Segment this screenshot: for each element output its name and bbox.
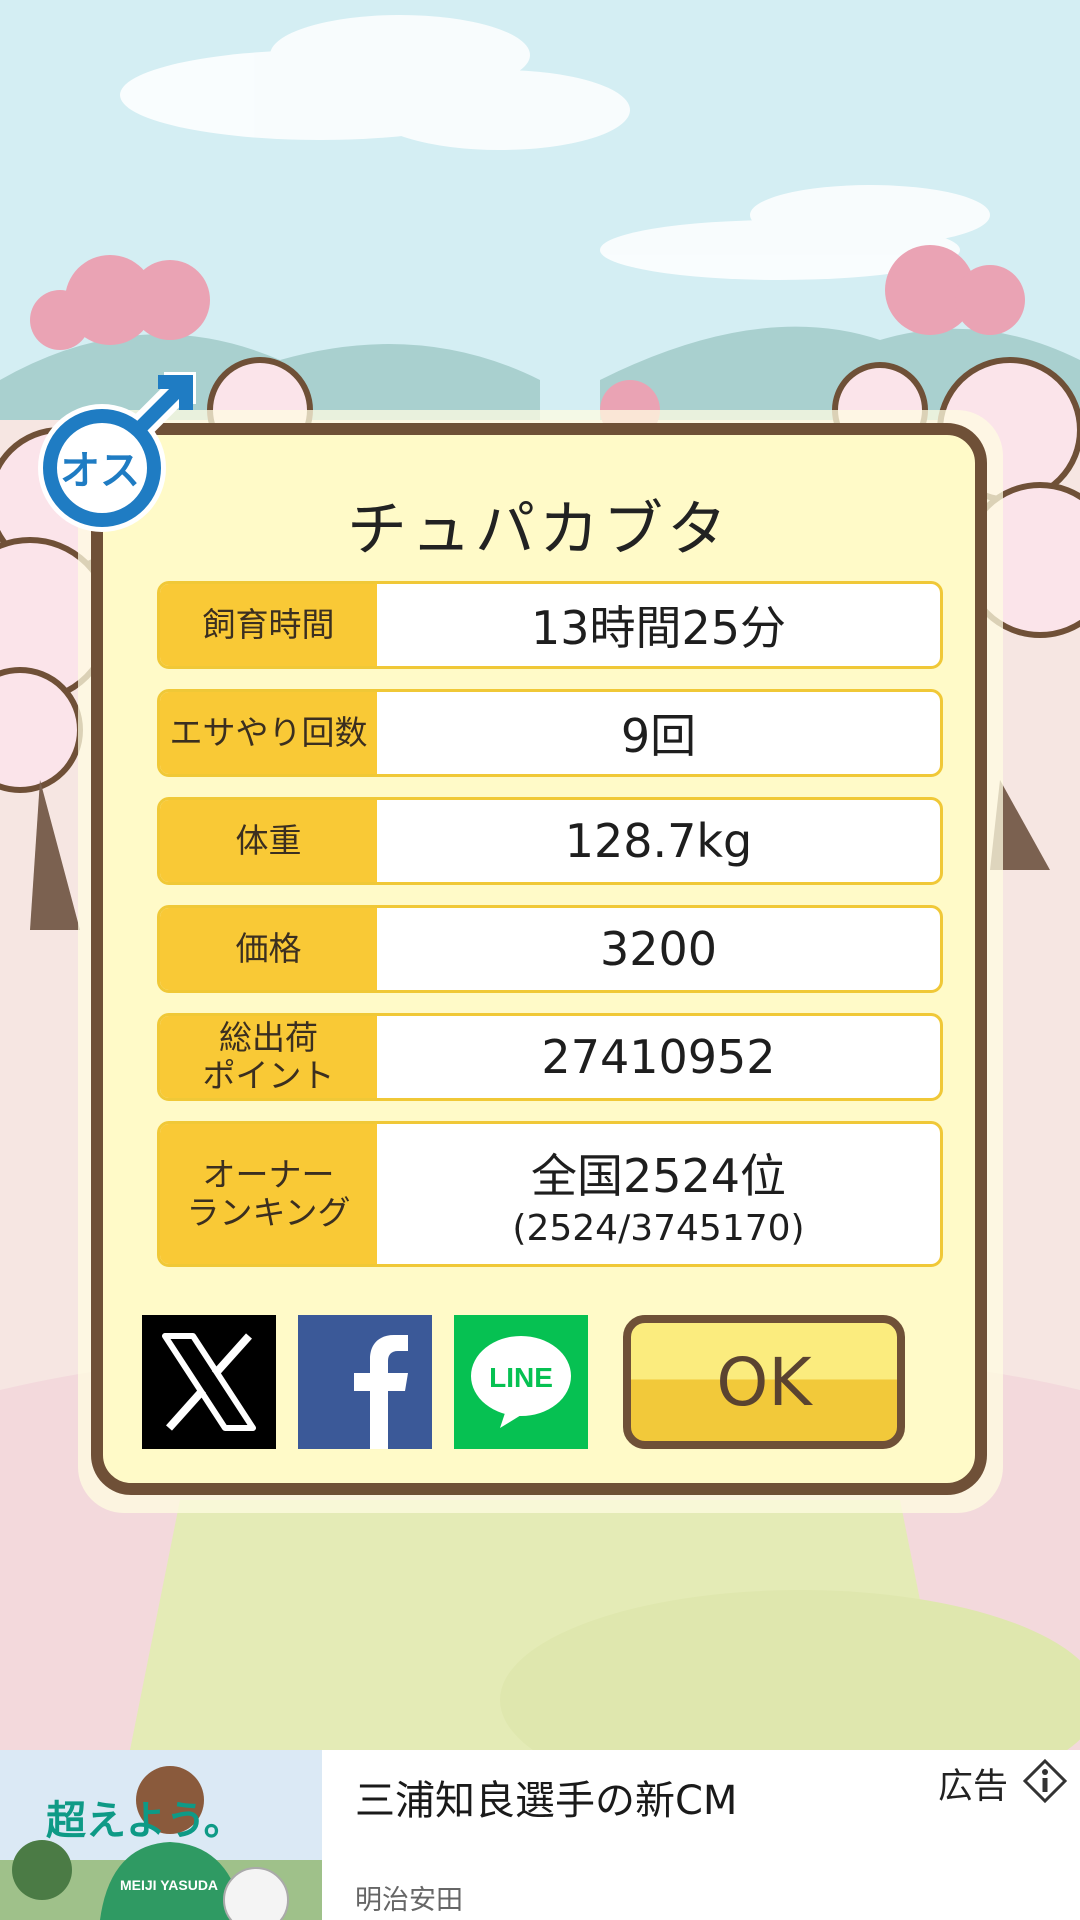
gender-badge-text: オス — [60, 448, 140, 494]
stat-value: 9回 — [620, 709, 697, 763]
stat-row-price: 価格 3200 — [157, 905, 943, 993]
stat-row-owner-ranking: オーナー ランキング 全国2524位 (2524/3745170) — [157, 1121, 943, 1267]
male-gender-icon: オス — [38, 372, 196, 532]
stat-label: 価格 — [160, 908, 377, 990]
facebook-logo-icon — [354, 1335, 408, 1449]
ad-photo: 超えよう。 MEIJI YASUDA — [0, 1750, 322, 1920]
line-logo-text: LINE — [489, 1362, 553, 1393]
ad-shirt-text: MEIJI YASUDA — [120, 1877, 218, 1893]
stat-value: 13時間25分 — [530, 601, 787, 655]
stat-value-group: 全国2524位 (2524/3745170) — [377, 1124, 940, 1264]
share-line-button[interactable]: LINE — [454, 1315, 588, 1449]
stat-label: 飼育時間 — [160, 584, 377, 666]
stat-label: オーナー ランキング — [160, 1124, 377, 1264]
stat-row-weight: 体重 128.7kg — [157, 797, 943, 885]
ad-info-icon[interactable] — [1022, 1758, 1068, 1804]
pig-info-dialog: チュパカブタ 飼育時間 13時間25分 エサやり回数 9回 体重 128.7kg… — [91, 423, 987, 1495]
stat-label: エサやり回数 — [160, 692, 377, 774]
x-logo-icon — [162, 1333, 256, 1431]
ad-banner[interactable]: 超えよう。 MEIJI YASUDA 三浦知良選手の新CM 明治安田 広告 — [0, 1750, 1080, 1920]
stat-value: 3200 — [599, 922, 718, 976]
ok-button[interactable]: OK — [623, 1315, 905, 1449]
stat-row-total-shipment-points: 総出荷 ポイント 27410952 — [157, 1013, 943, 1101]
ad-label: 広告 — [938, 1767, 1009, 1807]
stat-value: 27410952 — [541, 1030, 776, 1084]
stat-value: 128.7kg — [564, 814, 753, 868]
ad-headline[interactable]: 三浦知良選手の新CM — [355, 1768, 737, 1826]
pig-name: チュパカブタ — [347, 495, 731, 565]
stat-label: 総出荷 ポイント — [160, 1016, 377, 1098]
ad-image[interactable]: 超えよう。 MEIJI YASUDA — [0, 1750, 322, 1920]
share-facebook-button[interactable] — [298, 1315, 432, 1449]
ad-advertiser: 明治安田 — [355, 1885, 463, 1916]
ranking-detail: (2524/3745170) — [512, 1207, 805, 1249]
stat-row-feeding-count: エサやり回数 9回 — [157, 689, 943, 777]
ranking-value: 全国2524位 — [530, 1148, 787, 1203]
ad-image-text: 超えよう。 — [46, 1798, 244, 1844]
stat-row-breeding-time: 飼育時間 13時間25分 — [157, 581, 943, 669]
line-logo-icon: LINE — [471, 1336, 571, 1428]
stat-label: 体重 — [160, 800, 377, 882]
share-x-button[interactable] — [142, 1315, 276, 1449]
